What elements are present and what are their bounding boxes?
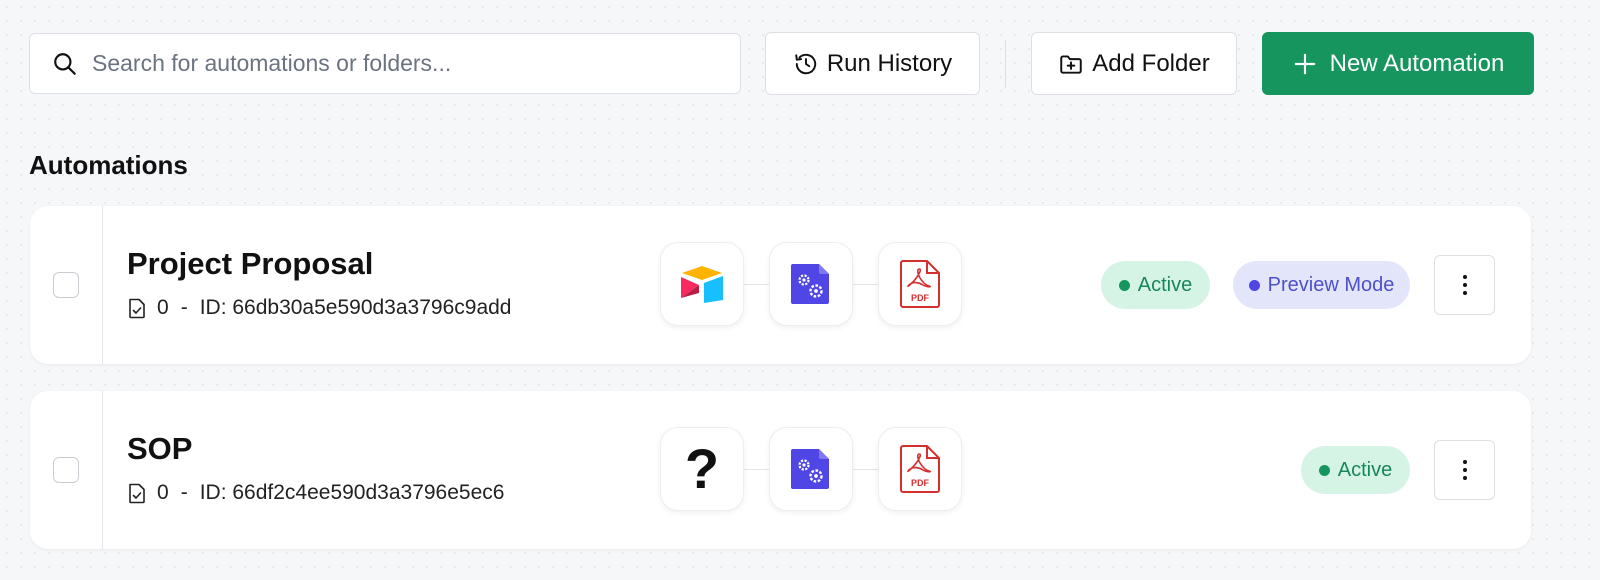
pdf-icon: PDF bbox=[900, 260, 940, 308]
step-output[interactable]: PDF bbox=[878, 242, 962, 326]
step-connector bbox=[740, 284, 772, 285]
meta-separator: - bbox=[180, 481, 188, 504]
document-check-icon bbox=[129, 483, 145, 504]
select-checkbox[interactable] bbox=[53, 272, 79, 298]
status-label: Preview Mode bbox=[1267, 273, 1395, 296]
status-dot bbox=[1318, 464, 1330, 476]
status-dot bbox=[1248, 279, 1260, 291]
meta-separator: - bbox=[180, 296, 188, 319]
automation-id: ID: 66df2c4ee590d3a3796e5ec6 bbox=[199, 481, 505, 504]
automation-card[interactable]: Project Proposal 0 - ID: 66db30a5e590d3a… bbox=[30, 206, 1531, 364]
run-count: 0 bbox=[157, 481, 169, 504]
search-input[interactable] bbox=[92, 50, 692, 77]
step-process[interactable] bbox=[769, 242, 853, 326]
more-vertical-icon bbox=[1462, 275, 1467, 295]
search-icon bbox=[54, 52, 76, 75]
step-source[interactable] bbox=[660, 242, 744, 326]
step-output[interactable]: PDF bbox=[878, 427, 962, 511]
process-settings-icon bbox=[791, 449, 829, 489]
more-vertical-icon bbox=[1462, 460, 1467, 480]
step-source[interactable]: ? bbox=[660, 427, 744, 511]
workflow-steps: PDF bbox=[660, 242, 963, 328]
select-checkbox[interactable] bbox=[53, 457, 79, 483]
run-history-button[interactable]: Run History bbox=[765, 32, 980, 95]
step-connector bbox=[740, 469, 772, 470]
search-bar[interactable] bbox=[29, 33, 741, 94]
automation-card[interactable]: SOP 0 - ID: 66df2c4ee590d3a3796e5ec6 ? P… bbox=[30, 391, 1531, 549]
pdf-icon-label: PDF bbox=[911, 478, 930, 488]
history-icon bbox=[795, 53, 816, 74]
run-history-label: Run History bbox=[826, 49, 953, 77]
new-automation-button[interactable]: New Automation bbox=[1262, 32, 1534, 95]
status-dot bbox=[1118, 279, 1130, 291]
status-badge-active: Active bbox=[1301, 446, 1410, 494]
card-divider bbox=[102, 391, 103, 549]
toolbar-divider bbox=[1005, 40, 1006, 88]
workflow-steps: ? PDF bbox=[660, 427, 963, 513]
automation-id: ID: 66db30a5e590d3a3796c9add bbox=[199, 296, 512, 319]
step-process[interactable] bbox=[769, 427, 853, 511]
pdf-icon: PDF bbox=[900, 445, 940, 493]
run-count: 0 bbox=[157, 296, 169, 319]
document-check-icon bbox=[129, 298, 145, 319]
folder-plus-icon bbox=[1060, 54, 1083, 74]
airtable-icon bbox=[681, 266, 723, 303]
more-options-button[interactable] bbox=[1434, 440, 1495, 500]
automation-title[interactable]: SOP bbox=[127, 431, 192, 467]
plus-icon bbox=[1294, 53, 1315, 74]
status-label: Active bbox=[1337, 458, 1393, 481]
automation-meta: 0 - ID: 66df2c4ee590d3a3796e5ec6 bbox=[127, 481, 504, 505]
add-folder-label: Add Folder bbox=[1092, 49, 1210, 77]
status-badge-active: Active bbox=[1101, 261, 1210, 309]
status-label: Active bbox=[1137, 273, 1193, 296]
section-title: Automations bbox=[29, 150, 188, 180]
pdf-icon-label: PDF bbox=[911, 293, 930, 303]
status-badge-preview: Preview Mode bbox=[1233, 261, 1410, 309]
question-mark-icon: ? bbox=[684, 437, 720, 500]
automation-meta: 0 - ID: 66db30a5e590d3a3796c9add bbox=[127, 296, 511, 320]
new-automation-label: New Automation bbox=[1329, 49, 1505, 77]
automation-title[interactable]: Project Proposal bbox=[127, 246, 373, 282]
process-settings-icon bbox=[791, 264, 829, 304]
more-options-button[interactable] bbox=[1434, 255, 1495, 315]
card-divider bbox=[102, 206, 103, 364]
add-folder-button[interactable]: Add Folder bbox=[1031, 32, 1237, 95]
